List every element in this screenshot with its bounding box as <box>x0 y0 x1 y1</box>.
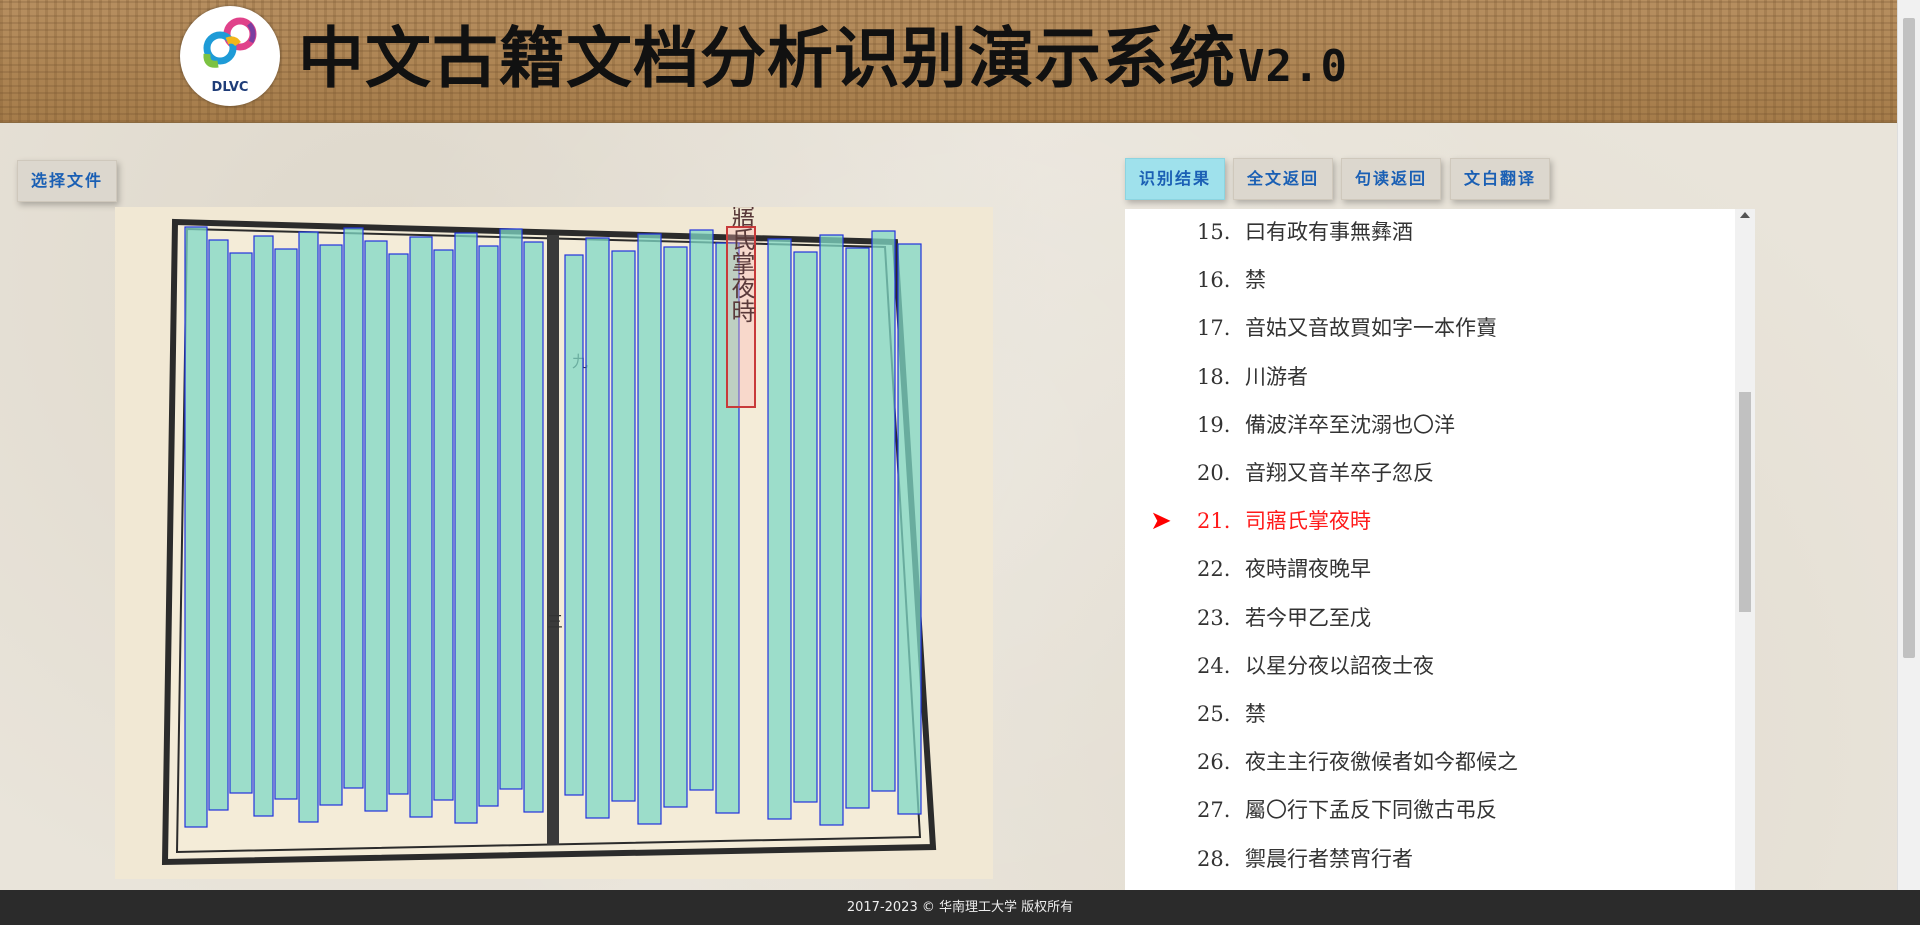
text-line-box[interactable] <box>564 254 584 796</box>
result-row[interactable]: 27. 屬〇行下孟反下同徼古弔反 <box>1125 790 1725 830</box>
result-row[interactable]: 17. 音姑又音故買如字一本作賣 <box>1125 308 1725 348</box>
result-row-number: 18. <box>1197 364 1231 389</box>
result-row[interactable]: 24. 以星分夜以詔夜士夜 <box>1125 646 1725 686</box>
text-line-box[interactable] <box>637 233 662 825</box>
title-text: 中文古籍文档分析识别演示系统 <box>298 20 1236 97</box>
text-line-box[interactable] <box>871 230 896 792</box>
scroll-up-arrow-icon[interactable] <box>1740 212 1750 218</box>
tab-translation[interactable]: 文白翻译 <box>1450 158 1551 200</box>
result-row[interactable]: 15. 曰有政有事無彝酒 <box>1125 212 1725 252</box>
result-row-text: 曰有政有事無彝酒 <box>1245 220 1413 244</box>
text-line-box[interactable] <box>611 250 636 802</box>
result-row-text: 夜時謂夜晚早 <box>1245 557 1371 582</box>
text-line-box[interactable] <box>499 228 523 790</box>
result-row-text: 若今甲乙至戊 <box>1245 605 1371 630</box>
choose-file-button[interactable]: 选择文件 <box>17 160 118 202</box>
result-row[interactable]: 28. 禦晨行者禁宵行者 <box>1125 839 1725 879</box>
result-row[interactable]: 19. 備波洋卒至沈溺也〇洋 <box>1125 405 1725 445</box>
result-row[interactable]: 16. 禁 <box>1125 260 1725 300</box>
text-line-box[interactable] <box>388 253 409 795</box>
result-row-number: 28. <box>1197 846 1231 871</box>
text-line-box[interactable] <box>364 240 388 812</box>
result-row-number: 22. <box>1197 557 1231 582</box>
text-line-box[interactable] <box>793 251 818 803</box>
dlvc-logo: DLVC <box>180 6 280 106</box>
footer: 2017-2023 © 华南理工大学 版权所有 <box>0 890 1920 925</box>
document-image: 九 三 司寤氏掌夜時 <box>161 207 937 866</box>
tab-fulltext-return[interactable]: 全文返回 <box>1233 158 1334 200</box>
text-line-box[interactable] <box>343 227 364 789</box>
results-scrollbar[interactable] <box>1735 209 1755 890</box>
result-row-number: 15. <box>1197 220 1231 244</box>
text-line-box[interactable] <box>229 252 253 794</box>
text-line-box[interactable] <box>585 237 610 819</box>
text-line-box[interactable] <box>184 226 208 828</box>
result-row-number: 17. <box>1197 316 1231 341</box>
text-line-box[interactable] <box>689 229 714 791</box>
result-row-text: 夜主主行夜徼候者如今都候之 <box>1245 750 1518 775</box>
result-row-number: 21. <box>1197 509 1231 534</box>
text-line-box[interactable] <box>819 234 844 826</box>
result-row[interactable]: 22. 夜時謂夜晚早 <box>1125 549 1725 589</box>
tab-recognition-result[interactable]: 识别结果 <box>1125 158 1226 200</box>
text-line-box[interactable] <box>845 247 870 809</box>
result-row-number: 16. <box>1197 268 1231 293</box>
results-scrollbar-thumb[interactable] <box>1739 392 1751 612</box>
result-row-number: 25. <box>1197 702 1231 726</box>
result-row-text: 禦晨行者禁宵行者 <box>1245 846 1413 871</box>
text-line-box[interactable] <box>523 241 544 813</box>
text-line-box[interactable] <box>253 235 274 817</box>
text-line-box[interactable] <box>274 248 298 800</box>
result-row-text: 以星分夜以詔夜士夜 <box>1245 653 1434 678</box>
result-row-number: 24. <box>1197 653 1231 678</box>
text-line-box[interactable] <box>208 239 229 811</box>
text-line-box[interactable] <box>454 232 478 824</box>
text-line-box[interactable] <box>319 244 343 806</box>
page-title: 中文古籍文档分析识别演示系统V2.0 <box>298 14 1348 104</box>
result-row-number: 27. <box>1197 798 1231 823</box>
result-row-text: 禁 <box>1245 702 1266 726</box>
tab-punctuation-return[interactable]: 句读返回 <box>1341 158 1442 200</box>
result-row[interactable]: 20. 音翔又音羊卒子忽反 <box>1125 453 1725 493</box>
text-line-box[interactable] <box>663 246 688 808</box>
result-row-text: 司寤氏掌夜時 <box>1245 509 1371 534</box>
result-row-text: 音翔又音羊卒子忽反 <box>1245 461 1434 485</box>
result-row[interactable]: 26. 夜主主行夜徼候者如今都候之 <box>1125 742 1725 782</box>
text-line-box[interactable] <box>298 231 319 823</box>
app-header: DLVC 中文古籍文档分析识别演示系统V2.0 <box>0 0 1898 123</box>
result-row-number: 19. <box>1197 412 1231 437</box>
page-scrollbar[interactable] <box>1897 0 1920 890</box>
version-label: V2.0 <box>1238 41 1348 92</box>
result-row-text: 音姑又音故買如字一本作賣 <box>1245 316 1497 341</box>
current-line-arrow-icon: ➤ <box>1150 506 1172 537</box>
text-line-box[interactable] <box>767 238 792 820</box>
page-scrollbar-thumb[interactable] <box>1903 18 1915 658</box>
recognition-results-panel[interactable]: 15. 曰有政有事無彝酒 16. 禁 17. 音姑又音故買如字一本作賣 18. 川游者 19. 備… <box>1125 209 1755 890</box>
result-row-text: 川游者 <box>1245 364 1308 389</box>
result-row-number: 20. <box>1197 461 1231 485</box>
result-row-number: 26. <box>1197 750 1231 775</box>
result-row-text: 屬〇行下孟反下同徼古弔反 <box>1245 798 1497 823</box>
result-row-number: 23. <box>1197 605 1231 630</box>
text-line-box[interactable] <box>409 236 433 818</box>
result-row[interactable]: 23. 若今甲乙至戊 <box>1125 598 1725 638</box>
result-row[interactable]: 18. 川游者 <box>1125 357 1725 397</box>
text-line-box[interactable] <box>433 249 454 801</box>
result-row[interactable]: ➤ 21. 司寤氏掌夜時 <box>1125 501 1725 541</box>
result-row[interactable]: 25. 禁 <box>1125 694 1725 734</box>
page-mark-bottom: 三 <box>547 612 563 631</box>
text-line-box[interactable] <box>897 243 922 815</box>
logo-rings-icon <box>203 17 257 68</box>
logo-label: DLVC <box>211 80 249 95</box>
result-row-text: 禁 <box>1245 268 1266 293</box>
result-row-text: 備波洋卒至沈溺也〇洋 <box>1245 412 1455 437</box>
highlighted-column-text: 司寤氏掌夜時 <box>727 207 755 323</box>
document-image-panel: 九 三 司寤氏掌夜時 <box>115 207 993 879</box>
text-line-box[interactable] <box>478 245 499 807</box>
